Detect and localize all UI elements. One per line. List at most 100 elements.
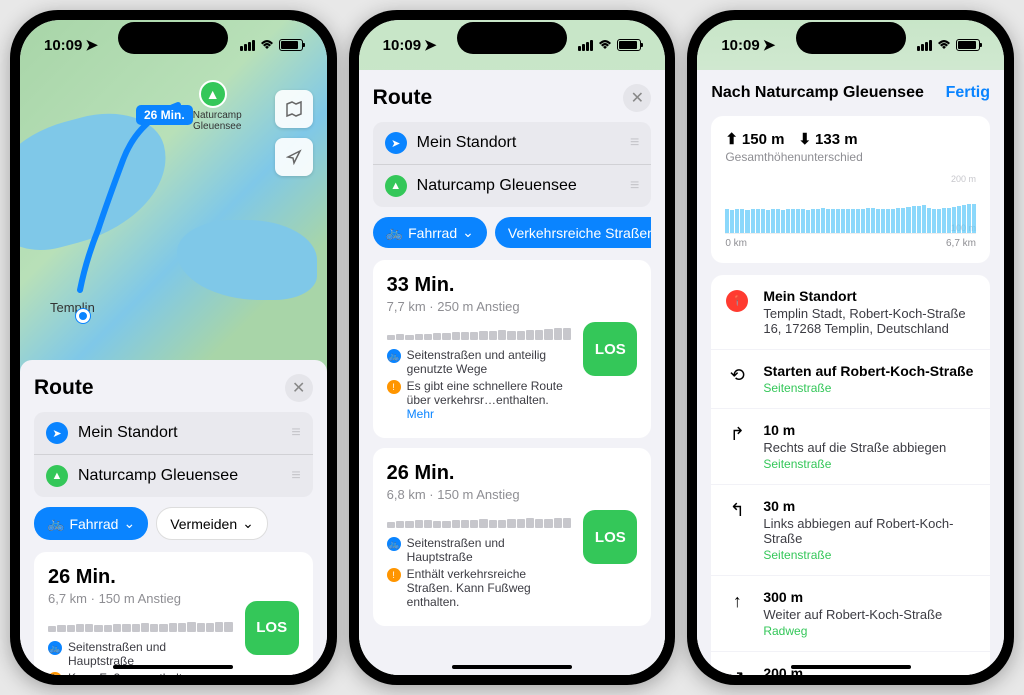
waypoint-list: ➤ Mein Standort ≡ ▲ Naturcamp Gleuensee … — [34, 412, 313, 497]
drag-handle-icon[interactable]: ≡ — [630, 134, 639, 152]
screen-2: 10:09➤ Route ✕ ➤ Mein Standort ≡ ▲ — [359, 20, 666, 675]
route-note-roads: Seitenstraßen und anteilig genutzte Wege — [407, 348, 572, 376]
map-mode-button[interactable] — [275, 90, 313, 128]
direction-icon: ⟲ — [725, 365, 749, 395]
arrow-down-icon: ⬇ — [798, 130, 811, 148]
elevation-sparkline — [48, 616, 233, 632]
locate-me-button[interactable] — [275, 138, 313, 176]
sheet-title: Route — [373, 86, 433, 110]
battery-icon — [956, 39, 980, 51]
notch — [796, 22, 906, 54]
direction-step[interactable]: ↱ 10 m Rechts auf die Straße abbiegen Se… — [711, 409, 990, 485]
home-indicator[interactable] — [113, 665, 233, 669]
route-option-a[interactable]: 33 Min. 7,7 km · 250 m Anstieg 🚲Seitenst… — [373, 260, 652, 438]
close-button[interactable]: ✕ — [623, 84, 651, 112]
route-duration: 26 Min. — [387, 462, 572, 485]
route-note-warning: Kann Fußweg enthalten — [68, 671, 195, 675]
route-note-roads: Seitenstraßen und Hauptstraße — [68, 640, 233, 668]
direction-step[interactable]: ↰ 30 m Links abbiegen auf Robert-Koch-St… — [711, 485, 990, 576]
route-note-warning: Enthält verkehrsreiche Straßen. Kann Fuß… — [407, 567, 572, 609]
destination-pin-icon[interactable]: ▲ — [199, 80, 227, 108]
chevron-down-icon: ⌄ — [242, 515, 254, 532]
step-title: Starten auf Robert-Koch-Straße — [763, 363, 976, 379]
route-sheet-expanded: Route ✕ ➤ Mein Standort ≡ ▲ Naturcamp Gl… — [359, 70, 666, 675]
step-title: Mein Standort — [763, 288, 976, 304]
waypoint-from[interactable]: ➤ Mein Standort ≡ — [34, 412, 313, 455]
phone-3: 10:09➤ Nach Naturcamp Gleuensee Fertig ⬆… — [687, 10, 1014, 685]
route-option-b[interactable]: 26 Min. 6,8 km · 150 m Anstieg 🚲 Seitenst… — [373, 448, 652, 626]
route-option-1[interactable]: 26 Min. 6,7 km · 150 m Anstieg 🚲Seitenst… — [34, 552, 313, 675]
phone-2: 10:09➤ Route ✕ ➤ Mein Standort ≡ ▲ — [349, 10, 676, 685]
signal-icon — [917, 40, 932, 51]
direction-step[interactable]: 📍 Mein Standort Templin Stadt, Robert-Ko… — [711, 275, 990, 350]
chart-x-end: 6,7 km — [946, 238, 976, 249]
elevation-loss: 133 m — [815, 131, 858, 148]
drag-handle-icon[interactable]: ≡ — [630, 177, 639, 195]
elevation-chart: 200 m100 m — [725, 174, 976, 234]
direction-icon: ↰ — [725, 500, 749, 562]
location-indicator-icon: ➤ — [85, 36, 98, 54]
destination-label: Naturcamp Gleuensee — [193, 110, 242, 132]
sheet-title: Route — [34, 376, 94, 400]
battery-icon — [617, 39, 641, 51]
waypoint-from[interactable]: ➤ Mein Standort ≡ — [373, 122, 652, 165]
step-description: Rechts auf die Straße abbiegen — [763, 440, 976, 455]
bike-icon: 🚲 — [386, 224, 403, 241]
bike-icon: 🚲 — [47, 515, 64, 532]
warning-icon: ! — [387, 380, 401, 394]
more-link[interactable]: Mehr — [407, 407, 434, 421]
waypoint-list: ➤ Mein Standort ≡ ▲ Naturcamp Gleuensee … — [373, 122, 652, 207]
elevation-sparkline — [387, 512, 572, 528]
route-note-roads: Seitenstraßen und Hauptstraße — [407, 536, 572, 564]
step-description: Templin Stadt, Robert-Koch-Straße 16, 17… — [763, 306, 976, 336]
waypoint-to[interactable]: ▲ Naturcamp Gleuensee ≡ — [373, 165, 652, 207]
drag-handle-icon[interactable]: ≡ — [291, 424, 300, 442]
route-distance-elevation: 6,8 km · 150 m Anstieg — [387, 487, 572, 502]
destination-icon: ▲ — [385, 175, 407, 197]
avoid-filter[interactable]: Vermeiden⌄ — [156, 507, 268, 540]
location-indicator-icon: ➤ — [424, 36, 437, 54]
map-view[interactable]: 26 Min. ▲ Naturcamp Gleuensee Templin — [20, 20, 327, 375]
home-indicator[interactable] — [452, 665, 572, 669]
waypoint-from-label: Mein Standort — [78, 424, 178, 442]
status-time: 10:09 — [721, 37, 759, 54]
waypoint-to[interactable]: ▲ Naturcamp Gleuensee ≡ — [34, 455, 313, 497]
route-time-badge: 26 Min. — [136, 105, 193, 125]
waypoint-to-label: Naturcamp Gleuensee — [417, 177, 577, 195]
step-road-type: Seitenstraße — [763, 548, 976, 562]
screen-1: 10:09➤ 26 Min. ▲ Naturcamp Gleuensee Tem… — [20, 20, 327, 675]
route-distance-elevation: 6,7 km · 150 m Anstieg — [48, 591, 233, 606]
transport-bike-filter[interactable]: 🚲Fahrrad⌄ — [34, 507, 148, 540]
home-indicator[interactable] — [791, 665, 911, 669]
go-button[interactable]: LOS — [583, 322, 637, 376]
bike-note-icon: 🚲 — [387, 537, 401, 551]
route-duration: 26 Min. — [48, 566, 233, 589]
notch — [118, 22, 228, 54]
current-location-icon: ➤ — [46, 422, 68, 444]
wifi-icon — [597, 39, 613, 51]
done-button[interactable]: Fertig — [946, 84, 990, 102]
phone-1: 10:09➤ 26 Min. ▲ Naturcamp Gleuensee Tem… — [10, 10, 337, 685]
destination-icon: ▲ — [46, 465, 68, 487]
close-button[interactable]: ✕ — [285, 374, 313, 402]
busy-roads-filter[interactable]: Verkehrsreiche Straßen verm — [495, 217, 651, 248]
step-road-type: Seitenstraße — [763, 457, 976, 471]
go-button[interactable]: LOS — [245, 601, 299, 655]
step-title: 10 m — [763, 422, 976, 438]
status-time: 10:09 — [383, 37, 421, 54]
direction-step[interactable]: ⟲ Starten auf Robert-Koch-Straße Seitens… — [711, 350, 990, 409]
detail-title: Nach Naturcamp Gleuensee — [711, 84, 924, 102]
warning-icon: ! — [387, 568, 401, 582]
signal-icon — [578, 40, 593, 51]
drag-handle-icon[interactable]: ≡ — [291, 467, 300, 485]
location-indicator-icon: ➤ — [763, 36, 776, 54]
transport-bike-filter[interactable]: 🚲Fahrrad⌄ — [373, 217, 487, 248]
chart-x-start: 0 km — [725, 238, 747, 249]
directions-list: 📍 Mein Standort Templin Stadt, Robert-Ko… — [711, 275, 990, 675]
go-button[interactable]: LOS — [583, 510, 637, 564]
direction-step[interactable]: ↑ 300 m Weiter auf Robert-Koch-Straße Ra… — [711, 576, 990, 652]
direction-step[interactable]: ↗ 200 m Halb rechts abbiegen auf Seestra… — [711, 652, 990, 675]
current-location-dot-icon — [76, 309, 90, 323]
step-title: 300 m — [763, 589, 976, 605]
battery-icon — [279, 39, 303, 51]
